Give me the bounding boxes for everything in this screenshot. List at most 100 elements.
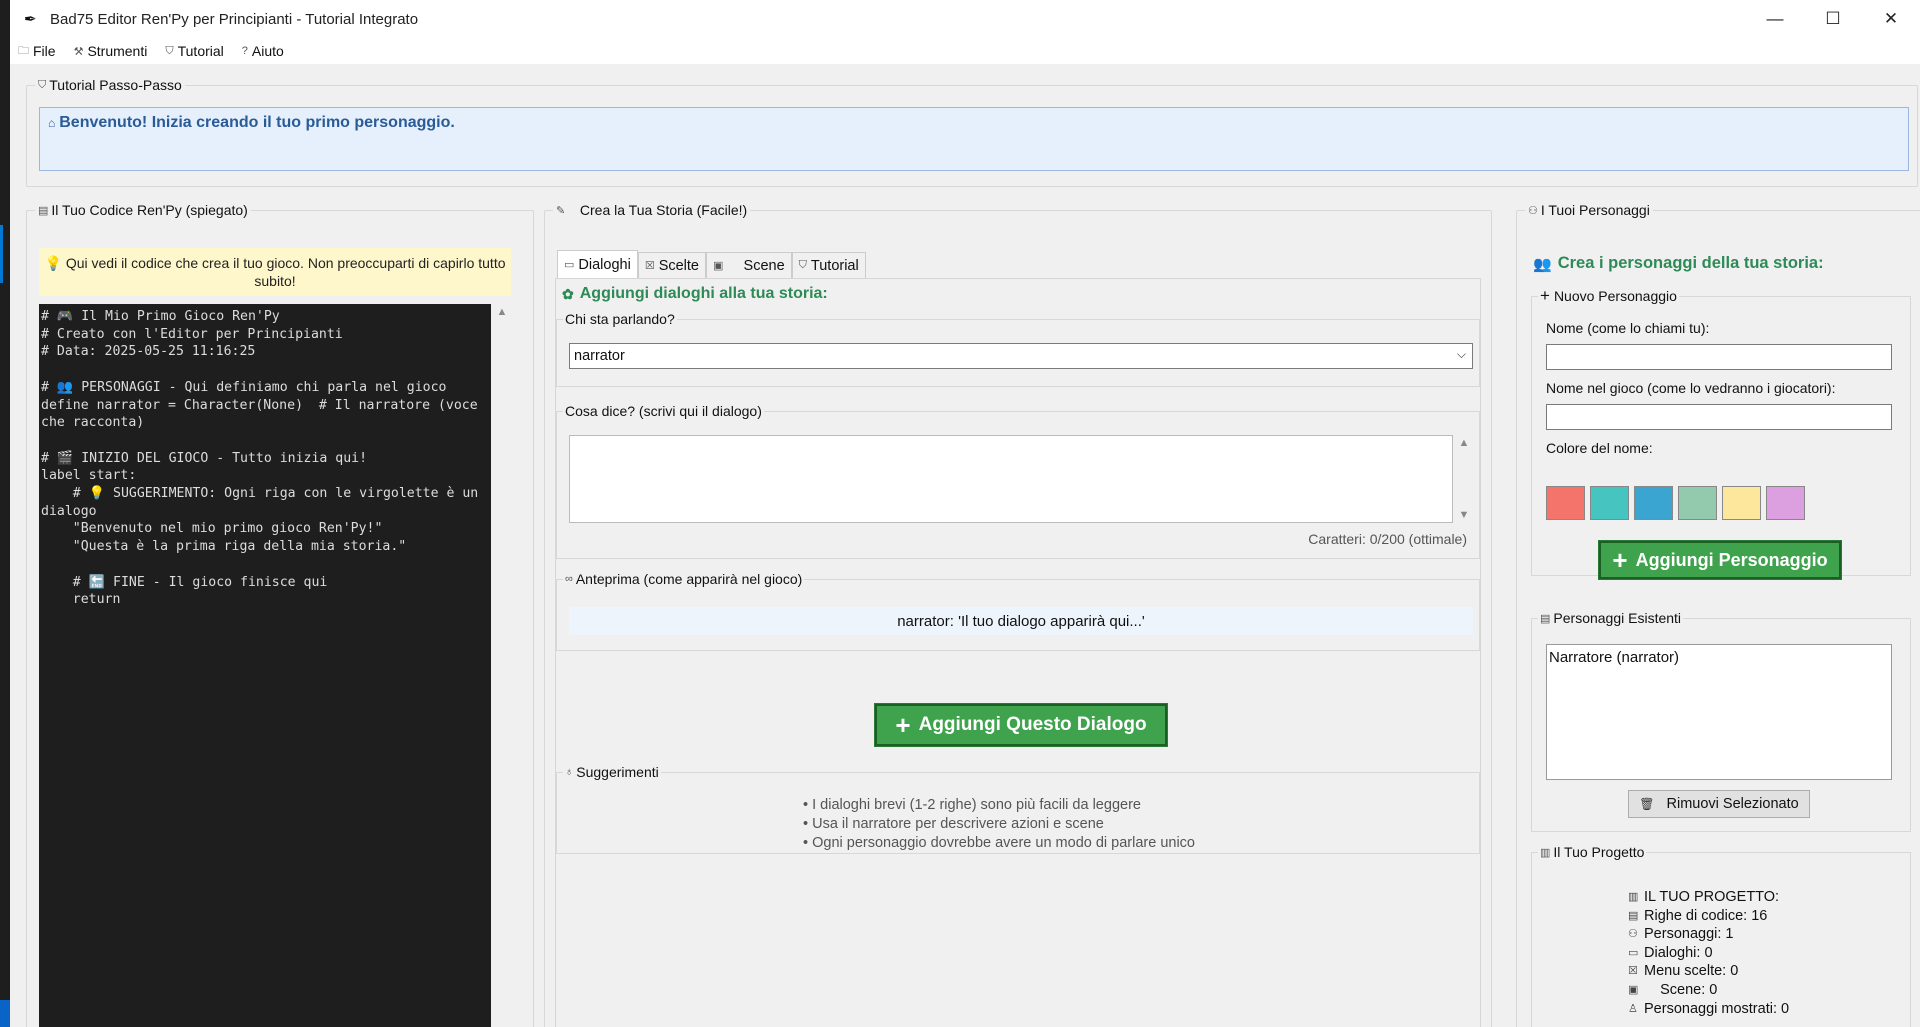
tools-icon: ⚒ <box>73 45 84 58</box>
dialogue-scrollbar[interactable]: ▲ ▼ <box>1455 435 1473 523</box>
people-icon: ⚇ <box>1528 204 1538 217</box>
scroll-up-icon[interactable]: ▲ <box>493 306 511 318</box>
speech-bubble-icon: ▭ <box>1628 946 1639 959</box>
menu-file-label: File <box>33 43 56 59</box>
add-dialogue-button[interactable]: + Aggiungi Questo Dialogo <box>874 703 1168 747</box>
document-icon: ▤ <box>38 204 49 217</box>
tab-tutorial[interactable]: ⛉ Tutorial <box>791 252 866 278</box>
scroll-up-icon[interactable]: ▲ <box>1455 437 1473 449</box>
dialogue-text-groupbox: Cosa dice? (scrivi qui il dialogo) ▲ ▼ C… <box>556 403 1480 559</box>
code-hint: 💡 Qui vedi il codice che crea il tuo gio… <box>39 248 511 296</box>
color-swatch-green[interactable] <box>1678 486 1717 520</box>
dialoghi-tab-page: ✿ Aggiungi dialoghi alla tua storia: Chi … <box>555 278 1481 1027</box>
speech-bubble-icon: ▭ <box>564 259 575 271</box>
project-stats: ▥ IL TUO PROGETTO: ▤ Righe di codice: 16 ⚇… <box>1628 888 1789 1018</box>
tutorial-groupbox: ⛉ Tutorial Passo-Passo ⌂ Benvenuto! Inizia… <box>26 77 1918 187</box>
speaker-select[interactable]: narrator ⌵ <box>569 343 1473 369</box>
tips-legend: Suggerimenti <box>576 764 659 780</box>
graduation-cap-icon: ⛉ <box>38 78 47 91</box>
tips-groupbox: ♁ Suggerimenti • I dialoghi brevi (1-2 ri… <box>556 764 1480 854</box>
people-icon: ⚇ <box>1628 928 1638 941</box>
code-editor[interactable]: # 🎮 Il Mio Primo Gioco Ren'Py # Creato c… <box>39 304 491 1027</box>
code-legend: Il Tuo Codice Ren'Py (spiegato) <box>51 202 248 218</box>
color-swatch-yellow[interactable] <box>1722 486 1761 520</box>
people-icon: 👥 <box>1533 255 1552 273</box>
tab-dialoghi-label: Dialoghi <box>578 256 631 273</box>
dialoghi-section-title: ✿ Aggiungi dialoghi alla tua storia: <box>562 285 828 303</box>
stat-row: ▥ IL TUO PROGETTO: <box>1628 888 1789 907</box>
list-icon: ▤ <box>1540 612 1551 625</box>
color-swatches <box>1546 486 1810 520</box>
color-swatch-teal[interactable] <box>1590 486 1629 520</box>
plus-icon: + <box>895 709 911 740</box>
dialoghi-title-text: Aggiungi dialoghi alla tua storia: <box>579 285 828 302</box>
preview-groupbox: ∞ Anteprima (come apparirà nel gioco) nar… <box>556 571 1480 651</box>
scroll-down-icon[interactable]: ▼ <box>1455 509 1473 521</box>
list-item[interactable]: Narratore (narrator) <box>1549 649 1889 666</box>
close-button[interactable]: ✕ <box>1862 0 1920 38</box>
camera-icon: ▣ <box>713 260 724 272</box>
home-icon: ⌂ <box>48 116 56 130</box>
app-window: ✒ Bad75 Editor Ren'Py per Principianti -… <box>10 0 1920 1027</box>
characters-listbox[interactable]: Narratore (narrator) <box>1546 644 1892 780</box>
name-label: Nome (come lo chiami tu): <box>1546 320 1710 336</box>
menu-strumenti[interactable]: ⚒ Strumenti <box>74 43 148 59</box>
stat-row: ⚇ Personaggi: 1 <box>1628 925 1789 944</box>
stat-text: Righe di codice: 16 <box>1644 907 1768 924</box>
window-controls: — ☐ ✕ <box>1746 0 1920 38</box>
maximize-button[interactable]: ☐ <box>1804 0 1862 38</box>
tab-scelte-label: Scelte <box>658 257 699 274</box>
tip-item: • Usa il narratore per descrivere azioni… <box>803 816 1104 832</box>
feather-icon: ✒ <box>24 11 37 28</box>
tutorial-message-box: ⌂ Benvenuto! Inizia creando il tuo primo … <box>39 107 1909 171</box>
color-swatch-purple[interactable] <box>1766 486 1805 520</box>
new-character-groupbox: + Nuovo Personaggio Nome (come lo chiami … <box>1531 286 1911 580</box>
minimize-button[interactable]: — <box>1746 0 1804 38</box>
camera-icon: ▣ <box>1628 983 1639 996</box>
speaker-legend: Chi sta parlando? <box>565 311 675 327</box>
project-groupbox: ▥ Il Tuo Progetto ▥ IL TUO PROGETTO: ▤ Righ… <box>1531 844 1911 1027</box>
color-swatch-red[interactable] <box>1546 486 1585 520</box>
chevron-down-icon[interactable]: ⌵ <box>1457 347 1466 362</box>
tip-item: • Ogni personaggio dovrebbe avere un mod… <box>803 835 1195 851</box>
new-character-legend: Nuovo Personaggio <box>1553 288 1677 304</box>
code-groupbox: ▤ Il Tuo Codice Ren'Py (spiegato) 💡 Qui v… <box>26 202 534 1027</box>
folder-icon: 🗀 <box>18 44 29 57</box>
preview-text: narrator: 'Il tuo dialogo apparirà qui..… <box>569 607 1473 635</box>
lightbulb-icon: ♁ <box>565 766 574 778</box>
remove-selected-label: Rimuovi Selezionato <box>1666 796 1799 812</box>
tab-scelte[interactable]: ☒ Scelte <box>637 252 706 278</box>
document-icon: ▤ <box>1628 909 1639 922</box>
color-swatch-blue[interactable] <box>1634 486 1673 520</box>
name-input[interactable] <box>1546 344 1892 370</box>
menu-aiuto[interactable]: ? Aiuto <box>242 43 284 59</box>
remove-selected-button[interactable]: 🗑 Rimuovi Selezionato <box>1628 790 1810 818</box>
display-name-input[interactable] <box>1546 404 1892 430</box>
stat-text: Scene: 0 <box>1644 981 1718 998</box>
graduation-cap-icon: ⛉ <box>798 259 807 271</box>
characters-title: 👥 Crea i personaggi della tua storia: <box>1533 254 1824 273</box>
plus-icon: + <box>1540 286 1550 305</box>
stat-row: ▭ Dialoghi: 0 <box>1628 944 1789 963</box>
graduation-cap-icon: ⛉ <box>165 44 174 57</box>
person-icon: ♙ <box>1628 1002 1638 1015</box>
tab-dialoghi[interactable]: ▭ Dialoghi <box>557 250 638 278</box>
tab-scene[interactable]: ▣ Scene <box>706 252 792 278</box>
code-scrollbar[interactable]: ▲ ▼ <box>493 304 511 1027</box>
menu-file[interactable]: 🗀 File <box>18 42 56 61</box>
add-dialogue-label: Aggiungi Questo Dialogo <box>918 714 1147 735</box>
stat-text: Personaggi: 1 <box>1644 926 1734 943</box>
stat-row: ▣ Scene: 0 <box>1628 981 1789 1000</box>
menu-aiuto-label: Aiuto <box>251 43 284 59</box>
tab-scene-label: Scene <box>743 257 785 274</box>
existing-characters-groupbox: ▤ Personaggi Esistenti Narratore (narrato… <box>1531 610 1911 832</box>
dialogue-textarea[interactable] <box>569 435 1453 523</box>
stat-text: Dialoghi: 0 <box>1644 944 1713 961</box>
question-icon: ? <box>241 45 248 57</box>
stat-text: Menu scelte: 0 <box>1644 963 1739 980</box>
menu-tutorial[interactable]: ⛉ Tutorial <box>165 43 223 59</box>
add-character-button[interactable]: + Aggiungi Personaggio <box>1598 540 1842 580</box>
tip-item: • I dialoghi brevi (1-2 righe) sono più … <box>803 797 1141 813</box>
bar-chart-icon: ▥ <box>1628 891 1639 903</box>
existing-legend: Personaggi Esistenti <box>1553 610 1682 626</box>
